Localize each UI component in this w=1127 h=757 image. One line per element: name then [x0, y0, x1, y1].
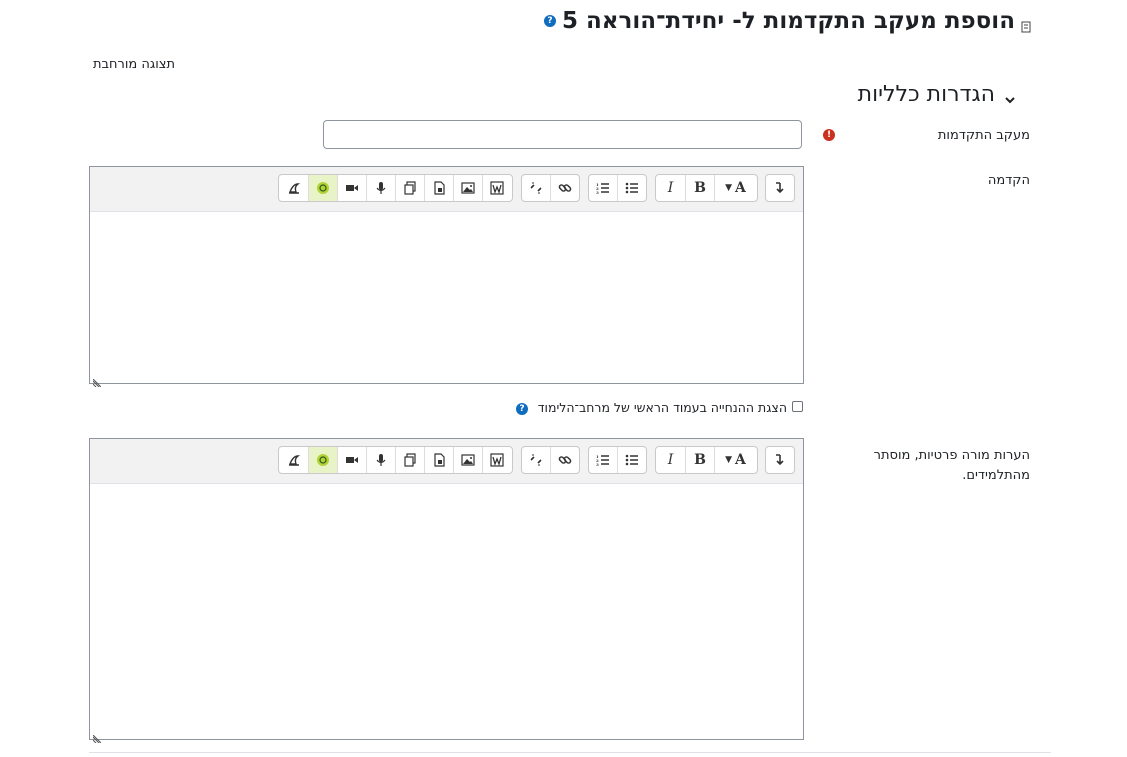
resize-handle-icon[interactable] [92, 728, 102, 744]
show-description-label: הצגת ההנחייה בעמוד הראשי של מרחב־הלימוד [537, 400, 787, 415]
manage-files-button[interactable] [395, 175, 424, 201]
image-icon [461, 454, 475, 466]
word-icon [490, 181, 504, 195]
help-icon[interactable]: ? [543, 15, 556, 27]
name-label: מעקב התקדמות [937, 128, 1030, 143]
microphone-icon [376, 182, 386, 194]
resize-handle-icon[interactable] [92, 372, 102, 388]
italic-button[interactable]: I [656, 447, 685, 473]
green-circle-icon [317, 454, 329, 466]
italic-button[interactable]: I [656, 175, 685, 201]
bold-button[interactable]: B [685, 447, 714, 473]
video-button[interactable] [337, 175, 366, 201]
editor-toolbar: I B ▼ A 123 [90, 439, 803, 484]
help-icon[interactable]: ? [516, 403, 528, 415]
unlink-button[interactable] [522, 175, 550, 201]
collapse-icon [776, 182, 784, 194]
section-divider [89, 752, 1051, 753]
unordered-list-button[interactable] [617, 447, 646, 473]
accessibility-checker-button[interactable] [279, 175, 308, 201]
document-icon [434, 453, 445, 467]
font-color-button[interactable]: ▼ A [714, 447, 756, 473]
video-camera-icon [346, 185, 358, 191]
name-input[interactable] [323, 120, 802, 149]
bold-button[interactable]: B [685, 175, 714, 201]
audio-button[interactable] [366, 175, 395, 201]
chevron-down-icon [1003, 88, 1017, 103]
files-icon [404, 181, 416, 195]
image-icon [461, 182, 475, 194]
link-button[interactable] [550, 175, 579, 201]
toolbar-group-collapse [765, 446, 795, 474]
unlink-button[interactable] [522, 447, 550, 473]
toolbar-group-insert [278, 174, 513, 202]
accessibility-checker-button[interactable] [279, 447, 308, 473]
unordered-list-icon [625, 182, 639, 194]
font-color-button[interactable]: ▼ A [714, 175, 756, 201]
show-more-buttons[interactable] [766, 175, 794, 201]
image-button[interactable] [453, 447, 482, 473]
video-button[interactable] [337, 447, 366, 473]
link-button[interactable] [550, 447, 579, 473]
intro-label: הקדמה [987, 173, 1030, 188]
caret-icon: ▼ [725, 455, 733, 465]
show-description-checkbox[interactable] [792, 401, 803, 412]
word-icon [490, 453, 504, 467]
link-icon [558, 184, 572, 192]
toolbar-group-style: I B ▼ A [655, 446, 758, 474]
section-header-general[interactable]: הגדרות כלליות [858, 82, 1017, 107]
toolbar-group-style: I B ▼ A [655, 174, 758, 202]
video-camera-icon [346, 457, 358, 463]
link-icon [558, 456, 572, 464]
manage-files-button[interactable] [395, 447, 424, 473]
teacher-notes-editor: I B ▼ A 123 [89, 438, 804, 744]
page-title: הוספת מעקב התקדמות ל- יחידת־הוראה 5 ? [543, 8, 1031, 34]
ordered-list-button[interactable]: 123 [589, 447, 617, 473]
green-plugin-button[interactable] [308, 175, 337, 201]
audio-button[interactable] [366, 447, 395, 473]
ordered-list-icon: 123 [596, 454, 610, 467]
page-title-text: הוספת מעקב התקדמות ל- יחידת־הוראה 5 [561, 8, 1015, 34]
svg-text:3: 3 [596, 462, 599, 467]
expand-all-link[interactable]: תצוגה מורחבת [93, 57, 175, 72]
unordered-list-button[interactable] [617, 175, 646, 201]
media-button[interactable] [424, 447, 453, 473]
collapse-icon [776, 454, 784, 466]
svg-text:3: 3 [596, 190, 599, 195]
ordered-list-button[interactable]: 123 [589, 175, 617, 201]
accessibility-icon [288, 455, 300, 466]
toolbar-group-links [521, 174, 580, 202]
caret-icon: ▼ [725, 183, 733, 193]
toolbar-group-links [521, 446, 580, 474]
editor-toolbar: I B ▼ A 123 [90, 167, 803, 212]
unlink-icon [530, 454, 542, 466]
image-button[interactable] [453, 175, 482, 201]
media-button[interactable] [424, 175, 453, 201]
toolbar-group-lists: 123 [588, 174, 647, 202]
accessibility-icon [288, 183, 300, 194]
section-title: הגדרות כלליות [857, 82, 995, 107]
green-plugin-button[interactable] [308, 447, 337, 473]
green-circle-icon [317, 182, 329, 194]
word-import-button[interactable] [482, 175, 511, 201]
unlink-icon [530, 182, 542, 194]
show-more-buttons[interactable] [766, 447, 794, 473]
toolbar-group-insert [278, 446, 513, 474]
intro-editor: I B ▼ A 123 [89, 166, 804, 388]
files-icon [404, 453, 416, 467]
module-icon [1021, 14, 1031, 33]
word-import-button[interactable] [482, 447, 511, 473]
required-icon: ! [823, 129, 835, 141]
document-icon [434, 181, 445, 195]
toolbar-group-lists: 123 [588, 446, 647, 474]
ordered-list-icon: 123 [596, 182, 610, 195]
unordered-list-icon [625, 454, 639, 466]
toolbar-group-collapse [765, 174, 795, 202]
teacher-notes-label: הערות מורה פרטיות, מוסתר מהתלמידים. [873, 448, 1030, 483]
microphone-icon [376, 454, 386, 466]
